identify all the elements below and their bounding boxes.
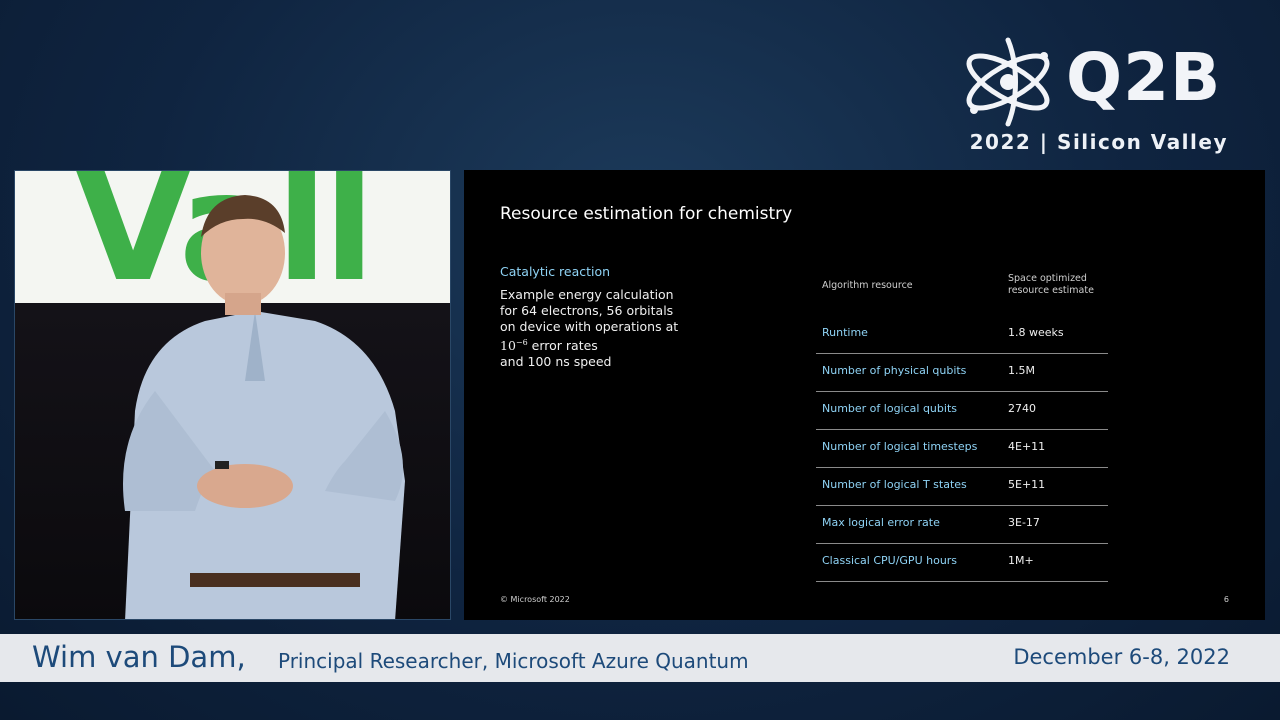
table-row: Number of logical timesteps 4E+11 [816, 430, 1108, 468]
row-value: 1M+ [1008, 554, 1034, 567]
row-label: Classical CPU/GPU hours [822, 554, 958, 567]
row-label: Number of logical T states [822, 478, 967, 491]
table-row: Max logical error rate 3E-17 [816, 506, 1108, 544]
presentation-slide: Resource estimation for chemistry Cataly… [464, 170, 1265, 620]
brand-name: Q2B [1066, 39, 1222, 116]
row-label: Max logical error rate [822, 516, 940, 529]
row-label: Number of logical timesteps [822, 440, 978, 453]
brand-subtitle: 2022 | Silicon Valley [969, 130, 1228, 154]
math-base: 10 [500, 338, 516, 353]
row-label: Number of logical qubits [822, 402, 957, 415]
row-label: Number of physical qubits [822, 364, 967, 377]
description-line: Example energy calculation [500, 287, 674, 302]
header-estimate: Space optimized resource estimate [1008, 273, 1094, 297]
atom-logo-icon [966, 37, 1050, 127]
description-line: for 64 electrons, 56 orbitals [500, 303, 674, 318]
row-label: Runtime [822, 326, 868, 339]
header-estimate-line1: Space optimized [1008, 273, 1087, 284]
math-exponent: −6 [515, 338, 528, 347]
table-row: Number of logical qubits 2740 [816, 392, 1108, 430]
speaker-video: Vall [14, 170, 451, 620]
resource-table: Algorithm resource Space optimized resou… [816, 270, 1108, 582]
speaker-title: Principal Researcher, Microsoft Azure Qu… [278, 649, 749, 673]
slide-description: Example energy calculation for 64 electr… [500, 287, 700, 370]
slide-subtitle: Catalytic reaction [500, 264, 611, 279]
description-line: on device with operations at [500, 319, 679, 334]
speaker-figure [123, 195, 405, 619]
slide-page-number: 6 [1223, 595, 1229, 604]
table-row: Number of physical qubits 1.5M [816, 354, 1108, 392]
error-rates-text: error rates [527, 338, 598, 353]
row-value: 1.8 weeks [1008, 326, 1064, 339]
table-row: Runtime 1.8 weeks [816, 316, 1108, 354]
description-line: and 100 ns speed [500, 354, 612, 369]
row-value: 5E+11 [1008, 478, 1046, 491]
slide-copyright: © Microsoft 2022 [500, 595, 570, 604]
header-algorithm-resource: Algorithm resource [822, 280, 913, 291]
table-header: Algorithm resource Space optimized resou… [816, 270, 1108, 316]
row-value: 2740 [1008, 402, 1036, 415]
table-row: Number of logical T states 5E+11 [816, 468, 1108, 506]
row-value: 4E+11 [1008, 440, 1046, 453]
speaker-name: Wim van Dam, [32, 640, 246, 674]
header-estimate-line2: resource estimate [1008, 285, 1094, 296]
row-value: 3E-17 [1008, 516, 1040, 529]
row-value: 1.5M [1008, 364, 1035, 377]
event-branding: Q2B 2022 | Silicon Valley [958, 34, 1228, 156]
lower-third-banner: Wim van Dam, Principal Researcher, Micro… [0, 634, 1280, 682]
event-date: December 6-8, 2022 [1013, 645, 1230, 669]
slide-title: Resource estimation for chemistry [500, 204, 793, 224]
table-row: Classical CPU/GPU hours 1M+ [816, 544, 1108, 582]
error-rate-line: 10−6 error rates [500, 335, 700, 354]
